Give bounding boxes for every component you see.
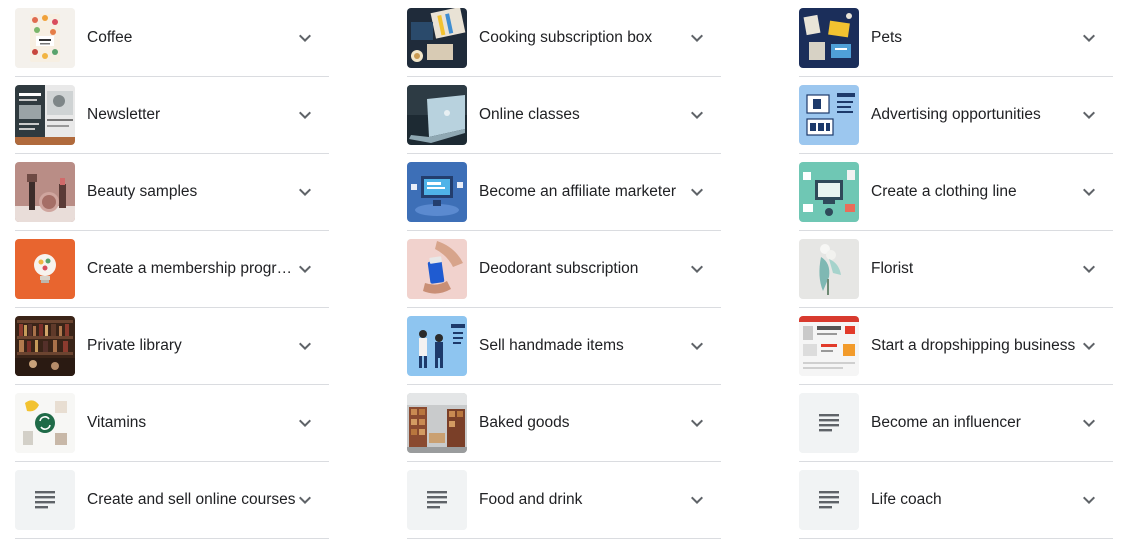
newsletter-image	[15, 85, 75, 145]
webshop-image	[799, 316, 859, 376]
topic-column-2: Cooking subscription box Online classes	[407, 0, 721, 539]
topic-grid: Coffee Newsletter Beauty samples Create …	[0, 0, 1128, 545]
chevron-down-icon[interactable]	[293, 257, 317, 281]
coffee-bag-image	[15, 8, 75, 68]
chevron-down-icon[interactable]	[1077, 411, 1101, 435]
chevron-down-icon[interactable]	[685, 334, 709, 358]
topic-row-affiliate[interactable]: Become an affiliate marketer	[407, 154, 721, 231]
chevron-down-icon[interactable]	[685, 103, 709, 127]
topic-row-food-and-drink[interactable]: Food and drink	[407, 462, 721, 539]
topic-row-dropshipping[interactable]: Start a dropshipping business	[799, 308, 1113, 385]
topic-row-coffee[interactable]: Coffee	[15, 0, 329, 77]
chevron-down-icon[interactable]	[685, 488, 709, 512]
topic-label: Advertising opportunities	[871, 106, 1041, 123]
topic-row-beauty-samples[interactable]: Beauty samples	[15, 154, 329, 231]
topic-row-deodorant[interactable]: Deodorant subscription	[407, 231, 721, 308]
document-icon	[407, 470, 467, 530]
pet-products-image	[799, 8, 859, 68]
topic-label: Create a membership program	[87, 260, 297, 277]
chevron-down-icon[interactable]	[685, 257, 709, 281]
topic-label: Food and drink	[479, 491, 583, 508]
chevron-down-icon[interactable]	[685, 180, 709, 204]
topic-label: Florist	[871, 260, 914, 277]
topic-label: Create a clothing line	[871, 183, 1017, 200]
topic-label: Baked goods	[479, 414, 570, 431]
topic-row-pets[interactable]: Pets	[799, 0, 1113, 77]
chevron-down-icon[interactable]	[1077, 180, 1101, 204]
marketing-image	[799, 85, 859, 145]
document-icon	[15, 470, 75, 530]
topic-label: Create and sell online courses	[87, 491, 296, 508]
chevron-down-icon[interactable]	[293, 103, 317, 127]
lightbulb-image	[15, 239, 75, 299]
topic-label: Life coach	[871, 491, 942, 508]
topic-label: Start a dropshipping business	[871, 337, 1076, 354]
topic-row-newsletter[interactable]: Newsletter	[15, 77, 329, 154]
chevron-down-icon[interactable]	[293, 411, 317, 435]
affiliate-image	[407, 162, 467, 222]
topic-row-handmade[interactable]: Sell handmade items	[407, 308, 721, 385]
laptop-image	[407, 85, 467, 145]
document-icon	[799, 470, 859, 530]
topic-column-1: Coffee Newsletter Beauty samples Create …	[15, 0, 329, 539]
chevron-down-icon[interactable]	[1077, 103, 1101, 127]
topic-row-private-library[interactable]: Private library	[15, 308, 329, 385]
topic-label: Online classes	[479, 106, 580, 123]
topic-row-online-courses[interactable]: Create and sell online courses	[15, 462, 329, 539]
topic-label: Deodorant subscription	[479, 260, 639, 277]
chevron-down-icon[interactable]	[1077, 257, 1101, 281]
topic-row-advertising[interactable]: Advertising opportunities	[799, 77, 1113, 154]
topic-label: Coffee	[87, 29, 133, 46]
topic-label: Cooking subscription box	[479, 29, 653, 46]
chevron-down-icon[interactable]	[293, 334, 317, 358]
handmade-sale-image	[407, 316, 467, 376]
topic-label: Newsletter	[87, 106, 161, 123]
topic-column-3: Pets Advertising opportunities Create a …	[799, 0, 1113, 539]
flowers-image	[799, 239, 859, 299]
topic-label: Beauty samples	[87, 183, 198, 200]
topic-label: Private library	[87, 337, 182, 354]
warehouse-image	[407, 393, 467, 453]
topic-row-influencer[interactable]: Become an influencer	[799, 385, 1113, 462]
library-image	[15, 316, 75, 376]
topic-label: Pets	[871, 29, 903, 46]
chevron-down-icon[interactable]	[1077, 488, 1101, 512]
topic-label: Vitamins	[87, 414, 147, 431]
chevron-down-icon[interactable]	[1077, 334, 1101, 358]
topic-row-membership[interactable]: Create a membership program	[15, 231, 329, 308]
topic-row-clothing-line[interactable]: Create a clothing line	[799, 154, 1113, 231]
chevron-down-icon[interactable]	[293, 488, 317, 512]
beauty-products-image	[15, 162, 75, 222]
chevron-down-icon[interactable]	[293, 26, 317, 50]
topic-row-life-coach[interactable]: Life coach	[799, 462, 1113, 539]
topic-row-vitamins[interactable]: Vitamins	[15, 385, 329, 462]
topic-row-florist[interactable]: Florist	[799, 231, 1113, 308]
topic-label: Become an influencer	[871, 414, 1021, 431]
topic-label: Sell handmade items	[479, 337, 624, 354]
topic-label: Become an affiliate marketer	[479, 183, 677, 200]
chevron-down-icon[interactable]	[685, 411, 709, 435]
clothing-design-image	[799, 162, 859, 222]
deodorant-image	[407, 239, 467, 299]
chevron-down-icon[interactable]	[1077, 26, 1101, 50]
document-icon	[799, 393, 859, 453]
chevron-down-icon[interactable]	[293, 180, 317, 204]
cooking-box-image	[407, 8, 467, 68]
topic-row-baked-goods[interactable]: Baked goods	[407, 385, 721, 462]
topic-row-cooking-box[interactable]: Cooking subscription box	[407, 0, 721, 77]
topic-row-online-classes[interactable]: Online classes	[407, 77, 721, 154]
vitamins-image	[15, 393, 75, 453]
chevron-down-icon[interactable]	[685, 26, 709, 50]
